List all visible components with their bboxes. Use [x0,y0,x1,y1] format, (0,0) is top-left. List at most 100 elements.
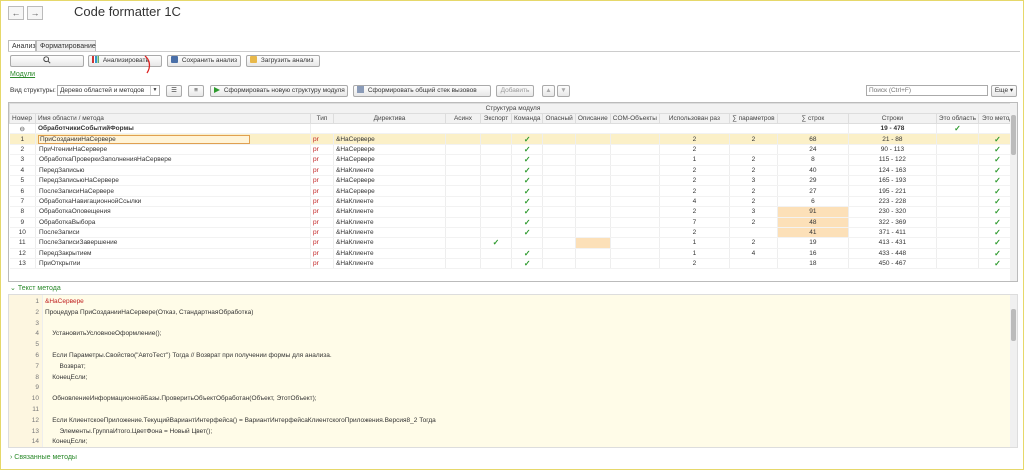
column-header[interactable]: Асинх [445,113,481,124]
search-button[interactable] [10,55,84,67]
tree-icon: ☰ [171,87,177,94]
code-scrollbar[interactable] [1010,295,1017,447]
code-line[interactable]: 4 УстановитьУсловноеОформление(); [9,329,1009,339]
code-line[interactable]: 5 [9,340,1009,350]
method-text-section[interactable]: ⌄ Текст метода [10,284,61,292]
table-row[interactable]: 4 ПередЗаписью pr &НаКлиенте ✓ 2 2 40 124 - 163 ✓ [9,165,1017,176]
table-row[interactable]: 6 ПослеЗаписиНаСервере pr &НаСервере ✓ 2 2 27 19… [9,185,1017,197]
table-row[interactable]: 8 ОбработкаОповещения pr &НаКлиенте ✓ 2 3 91 230… [9,206,1017,218]
code-line[interactable]: 12 Если КлиентскоеПриложение.ТекущийВари… [9,416,1009,426]
tree-toggle-button[interactable]: ☰ [166,85,182,97]
column-header[interactable]: Описание [574,113,611,124]
play-icon [214,86,220,93]
grid-scrollbar[interactable] [1010,103,1017,281]
structure-grid: Структура модуля Номер Имя области / мето… [8,102,1018,282]
code-line[interactable]: 8 КонецЕсли; [9,373,1009,383]
code-text: КонецЕсли; [45,373,88,381]
chart-icon [92,56,99,64]
lines-range: 115 - 122 [848,154,937,166]
save-icon [171,56,178,64]
method-directive: &НаКлиенте [333,258,446,270]
line-number: 9 [35,384,39,392]
column-header[interactable]: Экспорт [480,113,512,124]
column-header[interactable]: Строки [847,113,937,124]
view-structure-value: Дерево областей и методов [60,87,145,94]
command-checkmark-icon: ✓ [511,196,544,208]
lines-range: 223 - 228 [848,196,937,208]
more-button[interactable]: Еще ▾ [991,85,1017,97]
table-row[interactable]: 1 ПриСозданииНаСервере pr &НаСервере ✓ 2 2 68 21… [9,133,1017,145]
code-text: Возврат; [45,362,86,370]
command-checkmark-icon: ✓ [511,248,544,260]
title-bar: ← → Code formatter 1C [0,0,1024,36]
method-type: pr [310,206,334,218]
code-line[interactable]: 11 [9,405,1009,415]
code-line[interactable]: 6 Если Параметры.Свойство("АвтоТест") То… [9,351,1009,361]
back-button[interactable]: ← [8,6,24,20]
grid-scroll-thumb[interactable] [1011,115,1016,155]
move-down-button[interactable]: ▼ [557,85,570,97]
line-number: 2 [35,308,39,316]
lines-count: 40 [777,165,849,176]
code-line[interactable]: 14 КонецЕсли; [9,437,1009,447]
lines-range: 195 - 221 [848,185,937,197]
code-line[interactable]: 9 [9,383,1009,393]
code-text: &НаСервере [45,298,84,305]
code-scroll-thumb[interactable] [1011,309,1016,341]
related-methods-section[interactable]: › Связанные методы [10,454,77,461]
forward-button[interactable]: → [27,6,43,20]
table-row[interactable]: 5 ПередЗаписьюНаСервере pr &НаСервере ✓ 2 3 29 1… [9,175,1017,187]
collapse-button[interactable]: ≡ [188,85,204,97]
column-header[interactable]: ∑ строк [776,113,849,124]
add-button[interactable]: Добавить [496,85,534,97]
column-header[interactable]: Имя области / метода [35,113,311,124]
method-type: pr [310,154,334,166]
table-row[interactable]: 12 ПередЗакрытием pr &НаКлиенте ✓ 1 4 16 433 - 4… [9,248,1017,260]
move-up-button[interactable]: ▲ [542,85,555,97]
table-row[interactable]: 3 ОбработкаПроверкиЗаполненияНаСервере pr &… [9,154,1017,166]
view-structure-select[interactable]: Дерево областей и методов ▼ [57,85,160,96]
code-line[interactable]: 3 [9,319,1009,329]
table-row[interactable]: 11 ПослеЗаписиЗавершение pr &НаКлиенте ✓ 1 2 19… [9,237,1017,249]
load-analysis-button[interactable]: Загрузить анализ [246,55,320,67]
group-row[interactable]: ⊖ ОбработчикиСобытийФормы 19 - 478 ✓ [9,123,1017,135]
lines-range: 230 - 320 [848,206,937,218]
build-stack-button[interactable]: Сформировать общий стек вызовов [353,85,491,97]
search-input[interactable] [866,85,988,96]
code-line[interactable]: 7 Возврат; [9,362,1009,372]
line-number: 8 [35,373,39,381]
used-count: 2 [659,227,730,239]
table-row[interactable]: 9 ОбработкаВыбора pr &НаКлиенте ✓ 7 2 48 322 - 3… [9,217,1017,228]
method-type: pr [310,196,334,208]
table-row[interactable]: 2 ПриЧтенииНаСервере pr &НаСервере ✓ 2 24 90 - … [9,144,1017,156]
column-header[interactable]: Номер [9,113,36,124]
column-header[interactable]: Опасный [542,113,576,124]
code-line[interactable]: 10 ОбновлениеИнформационнойБазы.Проверит… [9,394,1009,404]
code-line[interactable]: 2 Процедура ПриСозданииНаСервере(Отказ, С… [9,308,1009,318]
column-header[interactable]: COM-Объекты [609,113,660,124]
view-structure-label: Вид структуры: [10,87,56,94]
table-row[interactable]: 13 ПриОткрытии pr &НаКлиенте ✓ 2 18 450 - 467 ✓ [9,258,1017,270]
build-structure-button[interactable]: Сформировать новую структуру модуля [210,85,348,97]
page-title: Code formatter 1C [74,4,181,19]
code-editor[interactable]: 1 &НаСервере 2 Процедура ПриСозданииНаСерве… [8,294,1018,448]
lines-count: 68 [777,133,849,145]
method-name: ОбработкаНавигационнойСсылки [39,197,142,205]
line-number: 6 [35,352,39,359]
table-row[interactable]: 10 ПослеЗаписи pr &НаКлиенте ✓ 2 41 371 - 411 ✓ [9,227,1017,239]
lines-range: 433 - 448 [848,248,937,260]
method-text-label: Текст метода [17,285,61,292]
column-header[interactable]: Тип [310,113,334,124]
params-count: 2 [729,237,778,249]
column-header[interactable]: Команда [510,113,544,124]
column-header[interactable]: Это область [935,113,979,124]
save-analysis-button[interactable]: Сохранить анализ [167,55,241,67]
modules-link[interactable]: Модули [10,71,35,78]
column-header[interactable]: Использован раз [658,113,730,124]
table-row[interactable]: 7 ОбработкаНавигационнойСсылки pr &НаКлиент… [9,196,1017,208]
expand-icon[interactable]: ⊖ [9,123,36,135]
column-header[interactable]: Директива [333,113,446,124]
code-line[interactable]: 13 Элементы.ГруппаИтого.ЦветФона = Новый… [9,427,1009,437]
code-line[interactable]: 1 &НаСервере [9,297,1009,307]
column-header[interactable]: ∑ параметров [728,113,778,124]
